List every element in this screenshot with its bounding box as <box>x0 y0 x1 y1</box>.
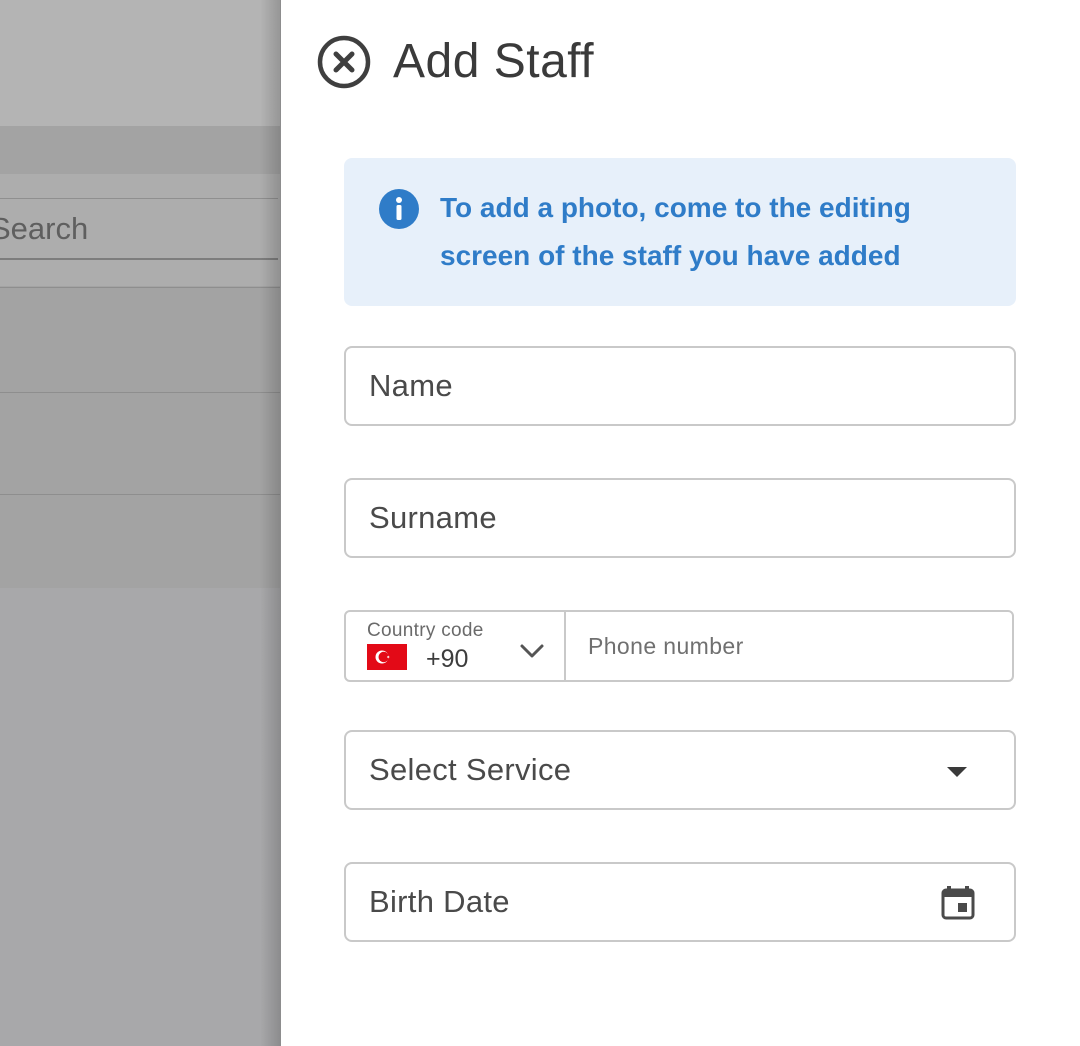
country-code-select[interactable]: Country code +90 <box>346 612 566 680</box>
add-staff-drawer: Add Staff To add a photo, come to the ed… <box>281 0 1080 1046</box>
turkey-flag-icon <box>367 644 407 670</box>
background-header <box>0 0 280 126</box>
service-select[interactable]: Select Service <box>344 730 1016 810</box>
birth-date-field[interactable]: Birth Date <box>344 862 1016 942</box>
close-button[interactable] <box>316 34 372 90</box>
country-code-value: +90 <box>426 645 469 673</box>
info-icon <box>379 189 419 229</box>
phone-number-input[interactable]: Phone number <box>588 612 744 680</box>
background-row-divider <box>0 287 280 288</box>
drawer-shadow <box>260 0 282 1046</box>
info-banner: To add a photo, come to the editing scre… <box>344 158 1016 306</box>
name-placeholder: Name <box>369 368 453 403</box>
background-page: Search <box>0 0 280 1046</box>
service-placeholder: Select Service <box>369 752 572 787</box>
background-row-divider <box>0 392 280 393</box>
birth-date-placeholder: Birth Date <box>369 884 510 919</box>
phone-input-group: Country code +90 Phone number <box>344 610 1014 682</box>
caret-down-icon <box>947 767 967 777</box>
close-circle-icon <box>317 35 371 89</box>
surname-placeholder: Surname <box>369 500 497 535</box>
country-code-label: Country code <box>367 620 484 641</box>
calendar-icon[interactable] <box>940 884 976 920</box>
background-search-input: Search <box>0 198 278 260</box>
chevron-down-icon <box>520 644 544 658</box>
surname-field[interactable]: Surname <box>344 478 1016 558</box>
background-row-divider <box>0 494 280 495</box>
info-message: To add a photo, come to the editing scre… <box>440 192 911 271</box>
page-title: Add Staff <box>393 35 595 88</box>
name-field[interactable]: Name <box>344 346 1016 426</box>
